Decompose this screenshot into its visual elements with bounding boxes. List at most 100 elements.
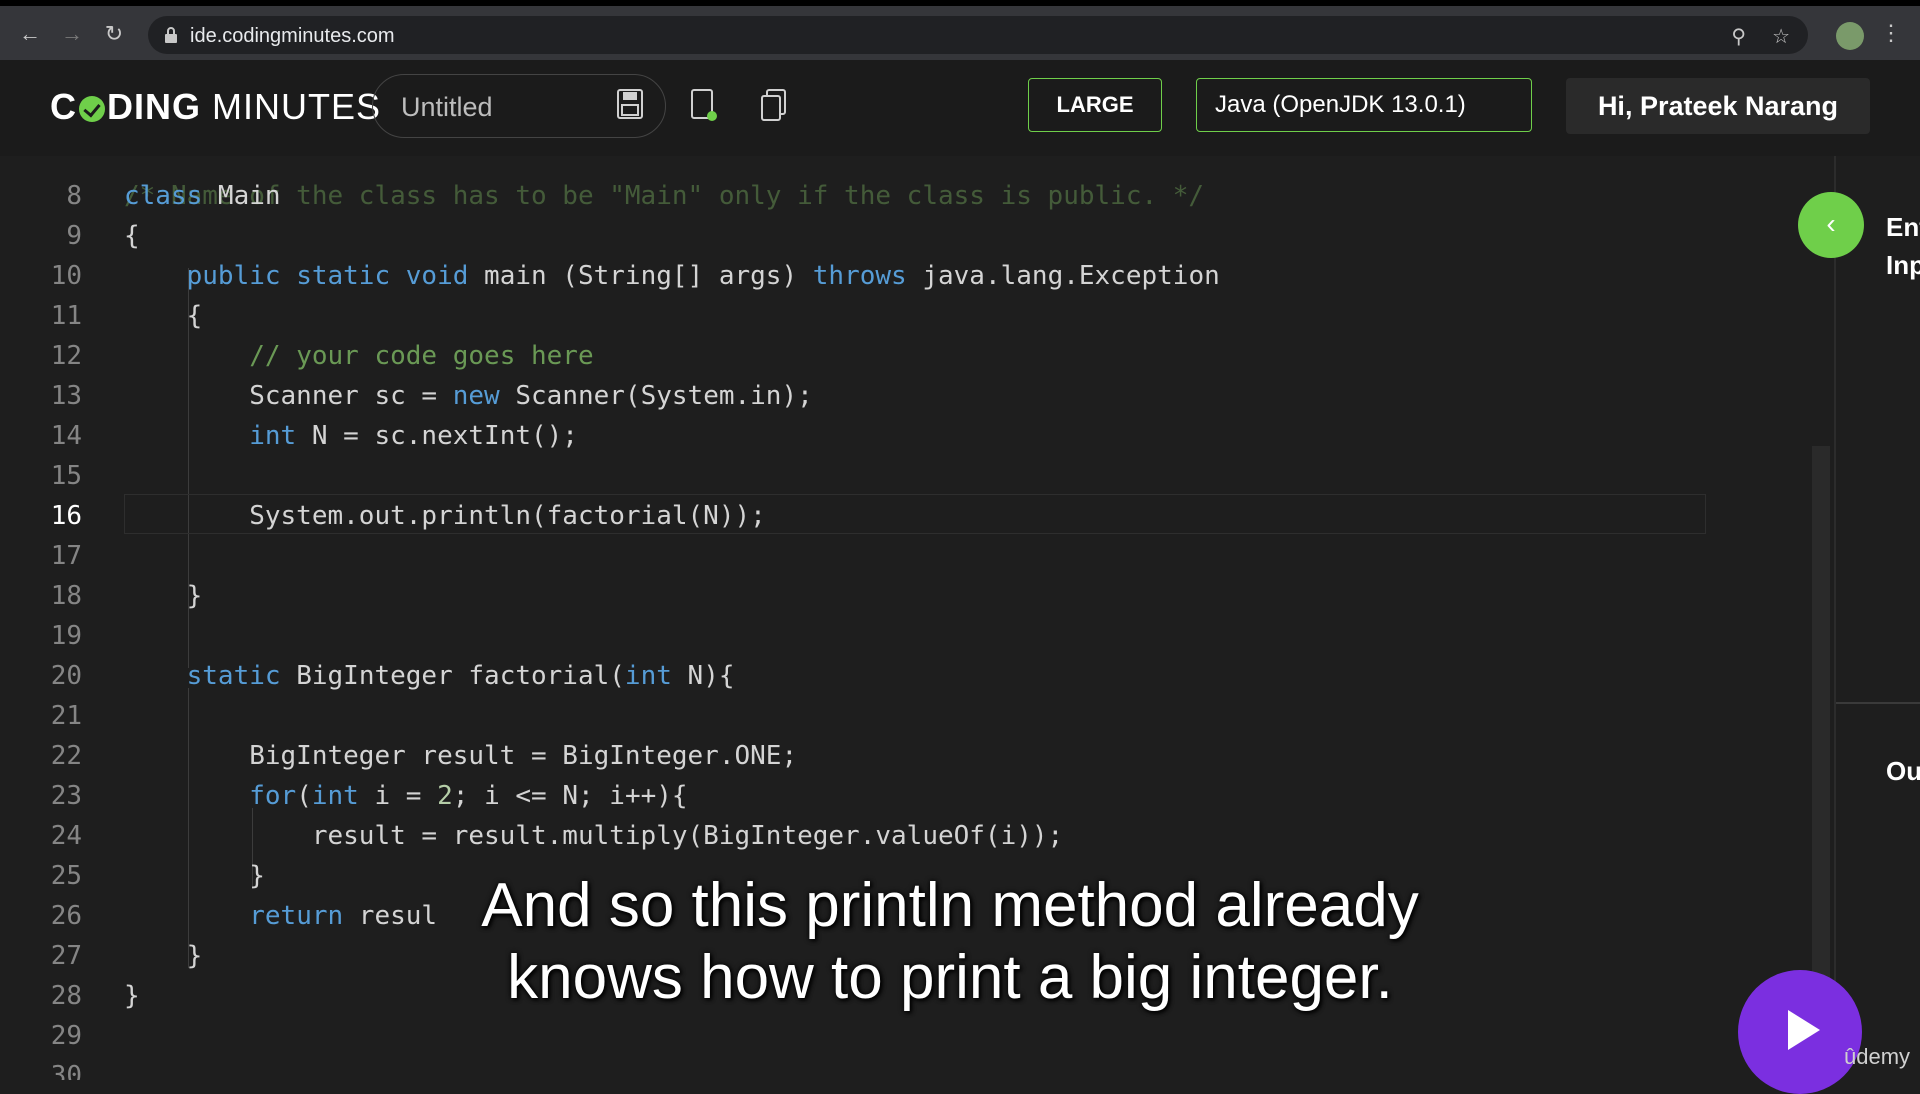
line-number: 10: [50, 261, 82, 291]
code-token: N = sc.nextInt();: [296, 421, 578, 451]
copy-icon[interactable]: [760, 88, 788, 122]
video-caption: And so this println method already knows…: [0, 870, 1900, 1014]
code-token: System.out.println(factorial(N));: [124, 501, 766, 531]
line-number: 8: [66, 181, 82, 211]
logo-check-icon: [79, 96, 105, 122]
new-file-icon[interactable]: [690, 88, 718, 122]
code-text: class Main: [124, 176, 281, 216]
panel-divider: [1836, 702, 1920, 704]
line-number: 12: [50, 341, 82, 371]
output-label: Ou: [1886, 756, 1920, 786]
code-token: new: [452, 381, 500, 411]
code-text: // your code goes here: [124, 336, 594, 376]
code-line[interactable]: 20 static BigInteger factorial(int N){: [0, 656, 1800, 696]
back-arrow-icon[interactable]: ←: [16, 20, 44, 48]
code-line[interactable]: 8 class Main: [0, 176, 1800, 216]
code-line[interactable]: 14 int N = sc.nextInt();: [0, 416, 1800, 456]
play-icon[interactable]: [1738, 970, 1862, 1094]
udemy-watermark: ûdemy: [1844, 1044, 1911, 1069]
code-token: java.lang.Exception: [906, 261, 1220, 291]
size-toggle-button[interactable]: LARGE: [1028, 78, 1162, 132]
save-icon[interactable]: [617, 89, 643, 119]
code-line[interactable]: 23 for(int i = 2; i <= N; i++){: [0, 776, 1800, 816]
forward-arrow-icon[interactable]: →: [58, 20, 86, 48]
logo-text-c: C: [50, 86, 77, 127]
browser-toolbar: ← → ↻ ide.codingminutes.com ⚲ ☆ ⋮: [0, 0, 1920, 60]
code-line[interactable]: 22 BigInteger result = BigInteger.ONE;: [0, 736, 1800, 776]
code-token: {: [124, 221, 140, 251]
code-line[interactable]: 9{: [0, 216, 1800, 256]
code-line[interactable]: 24 result = result.multiply(BigInteger.v…: [0, 816, 1800, 856]
code-token: throws: [812, 261, 907, 291]
code-line[interactable]: 17: [0, 536, 1800, 576]
browser-menu-icon[interactable]: ⋮: [1880, 20, 1902, 46]
zoom-icon[interactable]: ⚲: [1731, 24, 1746, 49]
code-line[interactable]: 12 // your code goes here: [0, 336, 1800, 376]
code-text: int N = sc.nextInt();: [124, 416, 578, 456]
code-text: {: [124, 296, 203, 336]
file-name-input[interactable]: Untitled: [401, 92, 493, 123]
code-line[interactable]: 11 {: [0, 296, 1800, 336]
code-token: int: [624, 661, 672, 691]
code-text: Scanner sc = new Scanner(System.in);: [124, 376, 813, 416]
logo-text-minutes: MINUTES: [201, 86, 382, 127]
code-line[interactable]: 10 public static void main (String[] arg…: [0, 256, 1800, 296]
line-number: 16: [50, 501, 82, 531]
line-number: 30: [50, 1061, 82, 1080]
line-number: 17: [50, 541, 82, 571]
code-token: public static void: [186, 261, 469, 291]
code-line[interactable]: 18 }: [0, 576, 1800, 616]
profile-avatar[interactable]: [1836, 22, 1864, 50]
code-token: Main: [202, 181, 281, 211]
line-number: 9: [66, 221, 82, 251]
code-token: Scanner sc =: [124, 381, 453, 411]
code-token: class: [124, 181, 203, 211]
code-token: i =: [358, 781, 438, 811]
panel-collapse-button[interactable]: ‹: [1798, 192, 1864, 258]
line-number: 21: [50, 701, 82, 731]
code-token: ; i <= N; i++){: [452, 781, 688, 811]
code-line[interactable]: 30: [0, 1056, 1800, 1080]
code-token: {: [124, 301, 203, 331]
code-token: BigInteger result = BigInteger.ONE;: [124, 741, 798, 771]
code-line[interactable]: 29: [0, 1016, 1800, 1056]
code-line[interactable]: 21: [0, 696, 1800, 736]
line-number: 19: [50, 621, 82, 651]
code-text: {: [124, 216, 140, 256]
code-token: Scanner(System.in);: [499, 381, 813, 411]
code-token: int: [249, 421, 297, 451]
code-token: // your code goes here: [249, 341, 594, 371]
code-line[interactable]: 19: [0, 616, 1800, 656]
code-text: for(int i = 2; i <= N; i++){: [124, 776, 688, 816]
line-number: 29: [50, 1021, 82, 1051]
logo-text-ding: DING: [107, 86, 201, 127]
code-line[interactable]: 16 System.out.println(factorial(N));: [0, 494, 1800, 536]
line-number: 14: [50, 421, 82, 451]
code-token: }: [124, 581, 203, 611]
line-number: 20: [50, 661, 82, 691]
code-text: public static void main (String[] args) …: [124, 256, 1220, 296]
language-select[interactable]: Java (OpenJDK 13.0.1): [1196, 78, 1532, 132]
code-line[interactable]: 13 Scanner sc = new Scanner(System.in);: [0, 376, 1800, 416]
user-greeting[interactable]: Hi, Prateek Narang: [1566, 78, 1870, 134]
url-text: ide.codingminutes.com: [190, 25, 395, 47]
code-text: }: [124, 576, 203, 616]
file-name-box: Untitled: [372, 74, 666, 138]
code-line-partial: /* Name of the class has to be "Main" on…: [0, 156, 1800, 211]
code-text: static BigInteger factorial(int N){: [124, 656, 735, 696]
code-line[interactable]: 15: [0, 456, 1800, 496]
reload-icon[interactable]: ↻: [100, 20, 128, 48]
code-token: BigInteger factorial(: [280, 661, 625, 691]
line-number: 23: [50, 781, 82, 811]
line-number: 11: [50, 301, 82, 331]
bookmark-star-icon[interactable]: ☆: [1772, 24, 1790, 49]
code-token: 2: [437, 781, 453, 811]
address-bar[interactable]: ide.codingminutes.com ⚲ ☆: [148, 16, 1808, 54]
coding-minutes-logo[interactable]: C DING MINUTES: [50, 86, 381, 128]
input-label-line1: Ent: [1886, 212, 1920, 242]
code-token: (: [296, 781, 312, 811]
